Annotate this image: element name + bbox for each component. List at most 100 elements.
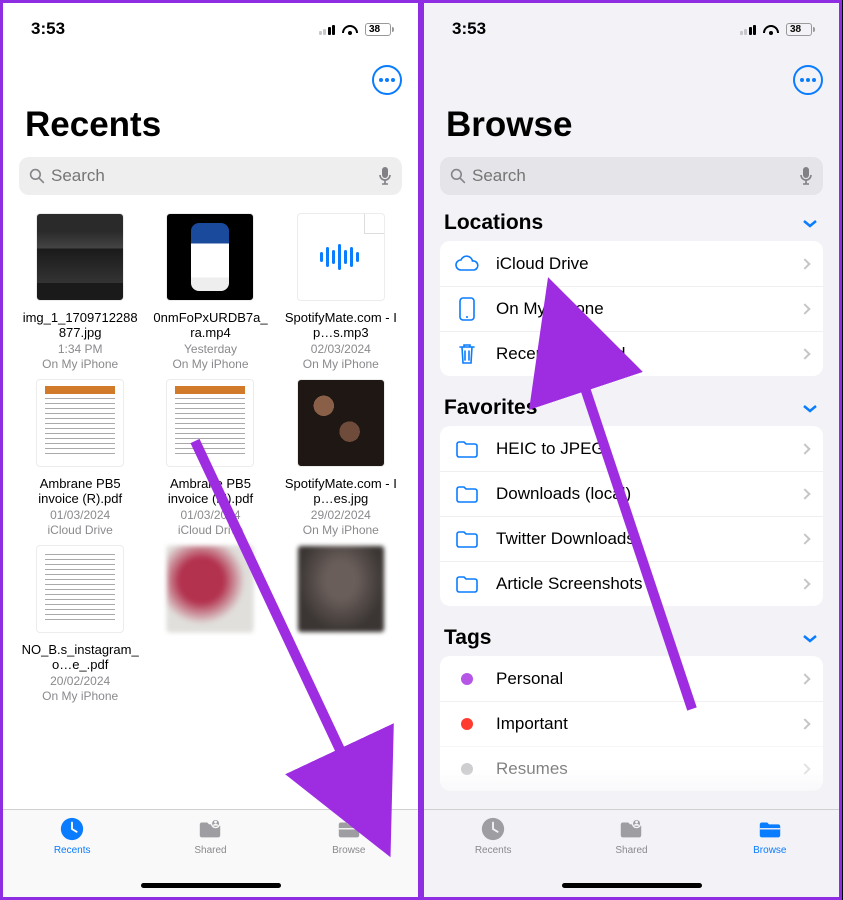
file-date: 01/03/2024 [50, 508, 110, 522]
tag-dot-icon [454, 756, 480, 782]
file-name: SpotifyMate.com - I p…es.jpg [282, 477, 400, 507]
list-label: Article Screenshots [496, 574, 801, 594]
list-item-tag[interactable]: Personal [440, 656, 823, 701]
list-item-favorite[interactable]: Twitter Downloads [440, 516, 823, 561]
list-item-tag[interactable]: Important [440, 701, 823, 746]
file-item[interactable]: NO_B.s_instagram_o…e_.pdf 20/02/2024 On … [19, 545, 141, 703]
folder-icon [756, 816, 784, 842]
file-date: 01/03/2024 [180, 508, 240, 522]
file-location: On My iPhone [303, 523, 379, 537]
search-bar[interactable] [19, 157, 402, 195]
file-item[interactable]: img_1_1709712288877.jpg 1:34 PM On My iP… [19, 213, 141, 371]
file-location: On My iPhone [303, 357, 379, 371]
battery-icon: 38 [365, 23, 394, 36]
file-name: SpotifyMate.com - I p…s.mp3 [282, 311, 400, 341]
file-name: NO_B.s_instagram_o…e_.pdf [21, 643, 139, 673]
list-label: Twitter Downloads [496, 529, 801, 549]
section-header-locations[interactable]: Locations [424, 209, 839, 241]
tab-recents[interactable]: Recents [3, 816, 141, 897]
file-name: img_1_1709712288877.jpg [21, 311, 139, 341]
clock-icon [479, 816, 507, 842]
list-item-icloud-drive[interactable]: iCloud Drive [440, 241, 823, 286]
file-thumbnail-image [297, 545, 385, 633]
phone-browse-screen: 3:53 38 Browse Locations iCloud Drive On… [421, 0, 842, 900]
tab-label: Browse [332, 845, 365, 856]
cloud-icon [454, 251, 480, 277]
file-item[interactable] [280, 545, 402, 703]
chevron-right-icon [799, 443, 810, 454]
file-item[interactable]: SpotifyMate.com - I p…es.jpg 29/02/2024 … [280, 379, 402, 537]
file-date: 29/02/2024 [311, 508, 371, 522]
tag-dot-icon [454, 711, 480, 737]
chevron-down-icon [801, 217, 819, 229]
list-item-favorite[interactable]: Article Screenshots [440, 561, 823, 606]
list-item-favorite[interactable]: Downloads (local) [440, 471, 823, 516]
file-location: iCloud Drive [178, 523, 243, 537]
page-title: Browse [424, 55, 839, 157]
chevron-right-icon [799, 718, 810, 729]
list-label: Important [496, 714, 801, 734]
search-input[interactable] [51, 166, 372, 186]
list-item-favorite[interactable]: HEIC to JPEG [440, 426, 823, 471]
search-input[interactable] [472, 166, 793, 186]
file-thumbnail-pdf [166, 379, 254, 467]
tab-browse[interactable]: Browse [701, 816, 839, 897]
favorites-list: HEIC to JPEG Downloads (local) Twitter D… [440, 426, 823, 606]
wifi-icon [762, 22, 780, 36]
page-title: Recents [3, 55, 418, 157]
clock-icon [58, 816, 86, 842]
file-location: On My iPhone [42, 357, 118, 371]
file-item[interactable]: Ambrane PB5 invoice (M).pdf 01/03/2024 i… [149, 379, 271, 537]
list-label: Downloads (local) [496, 484, 801, 504]
tab-label: Browse [753, 845, 786, 856]
file-location: On My iPhone [172, 357, 248, 371]
list-label: Personal [496, 669, 801, 689]
tab-recents[interactable]: Recents [424, 816, 562, 897]
section-header-tags[interactable]: Tags [424, 606, 839, 656]
mic-icon[interactable] [799, 166, 813, 186]
home-indicator[interactable] [562, 883, 702, 888]
tags-list: Personal Important Resumes [440, 656, 823, 791]
chevron-right-icon [799, 303, 810, 314]
chevron-down-icon [801, 632, 819, 644]
tab-label: Recents [475, 845, 512, 856]
mic-icon[interactable] [378, 166, 392, 186]
cellular-signal-icon [740, 23, 757, 35]
battery-icon: 38 [786, 23, 815, 36]
section-header-favorites[interactable]: Favorites [424, 376, 839, 426]
file-thumbnail-image [297, 379, 385, 467]
chevron-right-icon [799, 578, 810, 589]
status-time: 3:53 [31, 19, 65, 39]
status-indicators: 38 [319, 22, 395, 36]
file-date: 20/02/2024 [50, 674, 110, 688]
file-item[interactable]: 0nmFoPxURDB7a_ra.mp4 Yesterday On My iPh… [149, 213, 271, 371]
more-options-button[interactable] [793, 65, 823, 95]
home-indicator[interactable] [141, 883, 281, 888]
more-options-button[interactable] [372, 65, 402, 95]
file-item[interactable]: SpotifyMate.com - I p…s.mp3 02/03/2024 O… [280, 213, 402, 371]
fade-overlay [3, 769, 418, 809]
chevron-right-icon [799, 673, 810, 684]
list-label: Resumes [496, 759, 801, 779]
tab-browse[interactable]: Browse [280, 816, 418, 897]
file-item[interactable] [149, 545, 271, 703]
list-label: iCloud Drive [496, 254, 801, 274]
file-item[interactable]: Ambrane PB5 invoice (R).pdf 01/03/2024 i… [19, 379, 141, 537]
file-location: On My iPhone [42, 689, 118, 703]
status-bar: 3:53 38 [424, 3, 839, 55]
list-item-on-my-iphone[interactable]: On My iPhone [440, 286, 823, 331]
file-grid: img_1_1709712288877.jpg 1:34 PM On My iP… [3, 209, 418, 707]
search-bar[interactable] [440, 157, 823, 195]
list-item-recently-deleted[interactable]: Recently Deleted [440, 331, 823, 376]
list-item-tag[interactable]: Resumes [440, 746, 823, 791]
file-date: Yesterday [184, 342, 237, 356]
status-indicators: 38 [740, 22, 816, 36]
file-date: 1:34 PM [58, 342, 103, 356]
section-title: Favorites [444, 396, 537, 420]
file-thumbnail-audio [297, 213, 385, 301]
folder-icon [454, 526, 480, 552]
file-name: 0nmFoPxURDB7a_ra.mp4 [151, 311, 269, 341]
wifi-icon [341, 22, 359, 36]
status-time: 3:53 [452, 19, 486, 39]
chevron-right-icon [799, 258, 810, 269]
